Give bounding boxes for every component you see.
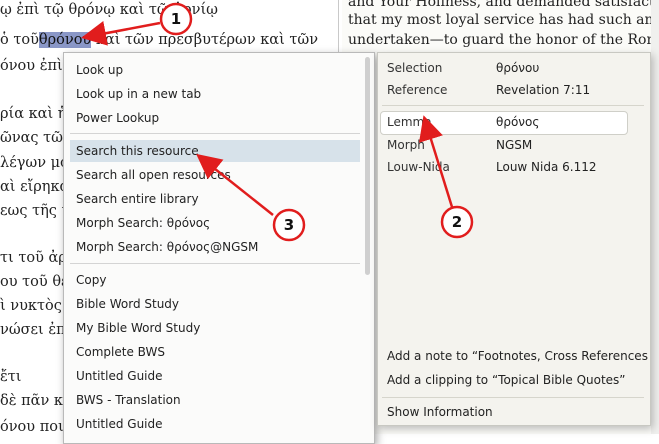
morph-label: Morph xyxy=(387,138,425,152)
lemma-value[interactable]: θρόνος xyxy=(496,115,539,129)
menu-item-morph-search[interactable]: Morph Search: θρόνος xyxy=(70,212,360,234)
menu-item-untitled-guide[interactable]: Untitled Guide xyxy=(70,365,360,387)
selection-info-panel: Selection θρόνου Reference Revelation 7:… xyxy=(377,52,651,426)
add-clipping-link[interactable]: Add a clipping to “Topical Bible Quotes” xyxy=(387,373,626,387)
menu-item-search-entire-library[interactable]: Search entire library xyxy=(70,188,360,210)
menu-separator xyxy=(70,263,360,264)
menu-item-look-up-new-tab[interactable]: Look up in a new tab xyxy=(70,83,360,105)
menu-item-power-lookup[interactable]: Power Lookup xyxy=(70,107,360,129)
menu-item-bible-word-study[interactable]: Bible Word Study xyxy=(70,293,360,315)
add-note-link[interactable]: Add a note to “Footnotes, Cross Referenc… xyxy=(387,349,650,363)
selection-label: Selection xyxy=(387,61,443,75)
text-line: undertaken—to guard the honor of the Rom… xyxy=(348,32,659,48)
text-line: νώσει ἐπ' xyxy=(0,322,70,338)
context-menu: Look up Look up in a new tab Power Looku… xyxy=(63,52,375,444)
text-line: ἔτι xyxy=(0,369,22,385)
menu-scrollbar[interactable] xyxy=(365,57,370,275)
reference-label: Reference xyxy=(387,83,448,97)
text-line: λέγων μο xyxy=(0,155,69,171)
menu-separator xyxy=(70,133,360,134)
reference-value[interactable]: Revelation 7:11 xyxy=(496,83,590,97)
scrollbar[interactable] xyxy=(651,0,659,434)
louw-nida-label: Louw-Nida xyxy=(387,160,450,174)
menu-item-search-all-open-resources[interactable]: Search all open resources xyxy=(70,164,360,186)
menu-item-untitled-guide-2[interactable]: Untitled Guide xyxy=(70,413,360,435)
lemma-label: Lemma xyxy=(387,115,432,129)
text-line: that my most loyal service has had such … xyxy=(348,12,659,28)
menu-item-bws-translation[interactable]: BWS - Translation xyxy=(70,389,360,411)
menu-item-look-up[interactable]: Look up xyxy=(70,59,360,81)
louw-nida-value[interactable]: Louw Nida 6.112 xyxy=(496,160,597,174)
text-fragment: καὶ τῶν πρεσβυτέρων καὶ τῶν xyxy=(95,32,319,48)
selected-word[interactable]: θρόνου xyxy=(38,32,92,48)
info-separator xyxy=(382,105,644,106)
menu-item-complete-bws[interactable]: Complete BWS xyxy=(70,341,360,363)
menu-item-search-this-resource[interactable]: Search this resource xyxy=(70,140,360,162)
menu-item-copy[interactable]: Copy xyxy=(70,269,360,291)
show-information-link[interactable]: Show Information xyxy=(387,405,493,419)
text-line: ὁ τοῦθρόνου καὶ τῶν πρεσβυτέρων καὶ τῶν xyxy=(0,32,318,48)
text-line: and Your Holiness, and demanded satisfac… xyxy=(348,0,659,10)
text-line: ῳ ἐπὶ τῷ θρόνῳ καὶ τῷ ἀρνίῳ xyxy=(0,2,218,18)
menu-item-morph-search-ngsm[interactable]: Morph Search: θρόνος@NGSM xyxy=(70,236,360,258)
menu-item-my-bible-word-study[interactable]: My Bible Word Study xyxy=(70,317,360,339)
morph-value[interactable]: NGSM xyxy=(496,138,532,152)
selection-value: θρόνου xyxy=(496,61,540,75)
text-fragment: ὁ τοῦ xyxy=(0,32,39,48)
text-line: αὶ εἴρηκα xyxy=(0,179,70,195)
info-separator xyxy=(382,397,644,398)
